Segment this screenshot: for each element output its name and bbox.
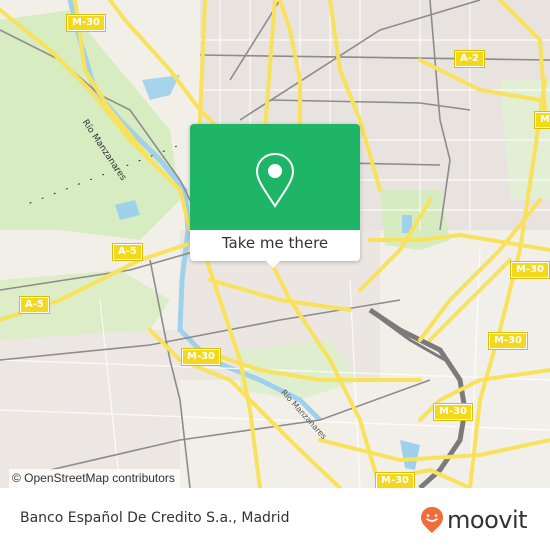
- moovit-pin-icon: [421, 507, 443, 533]
- road-shield-m30: M-30: [487, 332, 529, 350]
- road-shield-m30: M-30: [509, 261, 550, 279]
- place-name: Banco Español De Credito S.a., Madrid: [20, 510, 290, 526]
- popup-header[interactable]: [190, 124, 360, 230]
- location-popup: Take me there: [190, 124, 360, 268]
- road-shield-a5: A-5: [19, 296, 50, 314]
- road-shield-m30: M-30: [374, 472, 416, 488]
- map-view[interactable]: M-30 A-2 M-30 M-30 M-30 A-5 A-5 M-30 M-3…: [0, 0, 550, 488]
- take-me-there-button[interactable]: Take me there: [190, 230, 360, 261]
- location-pin-icon: [255, 152, 295, 208]
- road-shield-a2: A-2: [454, 50, 485, 68]
- footer: Banco Español De Credito S.a., Madrid mo…: [0, 488, 550, 550]
- road-shield-a5: A-5: [112, 243, 143, 261]
- road-shield-m30: M-30: [432, 403, 474, 421]
- road-shield-m30: M-30: [180, 348, 222, 366]
- popup-pointer: [265, 260, 281, 268]
- moovit-wordmark: moovit: [447, 506, 528, 534]
- road-shield-m30: M-30: [65, 14, 107, 32]
- map-attribution[interactable]: © OpenStreetMap contributors: [9, 469, 180, 488]
- moovit-logo[interactable]: moovit: [420, 506, 528, 534]
- road-shield-m30: M-30: [533, 111, 550, 129]
